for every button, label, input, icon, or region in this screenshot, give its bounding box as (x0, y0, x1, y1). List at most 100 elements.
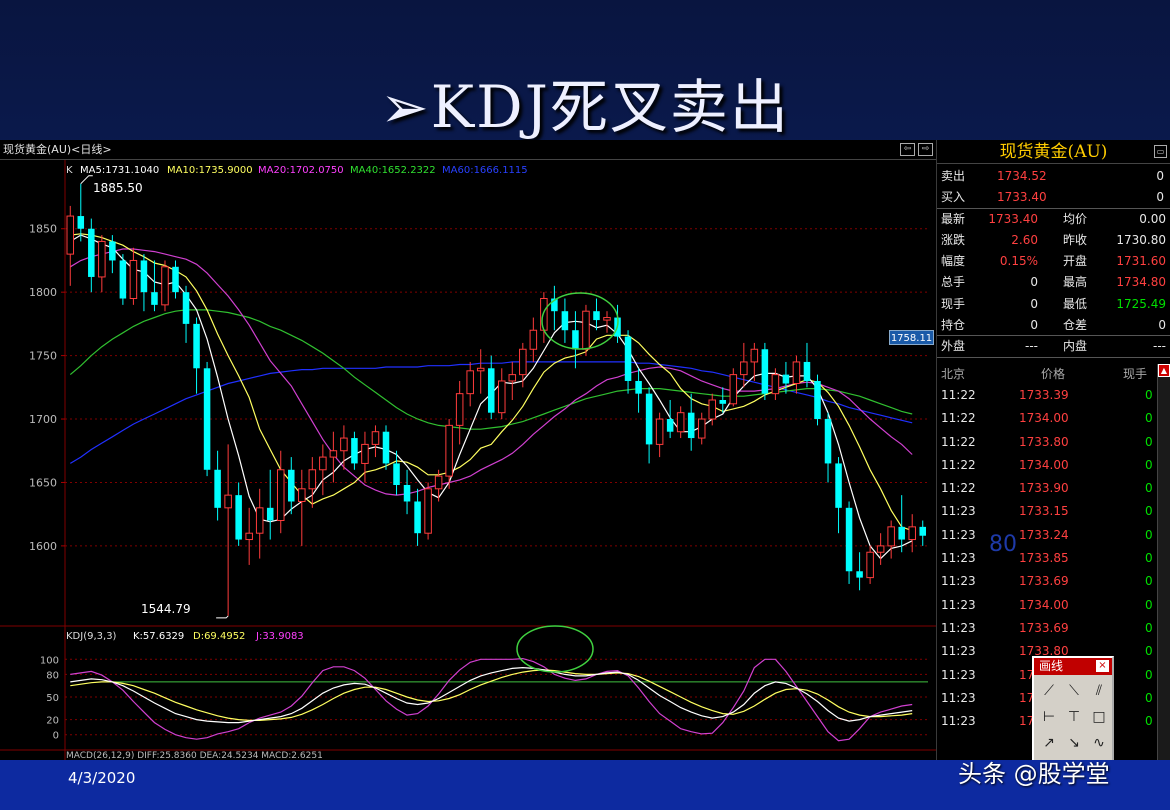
candle-body-up (224, 494, 232, 509)
tick-price: 1733.90 (1019, 481, 1069, 496)
candle-body-down (856, 571, 863, 578)
stat-value-a: 1733.40 (988, 211, 1038, 226)
kdj-tick-label: 20 (46, 716, 59, 727)
stat-label-a: 持仓 (941, 318, 966, 333)
rectangle-tool-icon[interactable]: □ (1088, 706, 1110, 728)
scroll-up-icon[interactable]: ▲ (1158, 364, 1170, 377)
tick-time: 11:23 (941, 690, 976, 705)
horizontal-line-tool-icon[interactable]: ⊢ (1038, 706, 1060, 728)
tick-time: 11:23 (941, 551, 976, 566)
kdj-tick-label: 100 (40, 655, 59, 666)
tick-row: 11:23 1733.85 0 (937, 547, 1170, 570)
candle-body-up (729, 374, 738, 405)
candle-body-up (655, 418, 664, 445)
candle-body-down (351, 438, 358, 464)
legend-ma20: MA20:1702.0750 (258, 165, 344, 176)
stat-label-a: 总手 (941, 275, 966, 290)
close-icon[interactable]: × (1096, 660, 1109, 672)
low-annotation: 1544.79 (141, 602, 191, 616)
legend-ma10: MA10:1735.9000 (167, 165, 253, 176)
ask-price: 1734.52 (997, 169, 1047, 183)
tick-time: 11:22 (941, 457, 976, 472)
candle-body-down (382, 431, 390, 464)
vertical-line-tool-icon[interactable]: ⊤ (1063, 706, 1085, 728)
candle-body-up (129, 259, 138, 300)
candle-body-up (434, 475, 443, 490)
tick-volume: 0 (1145, 551, 1153, 566)
kline-chart-svg[interactable]: 1600 1650 1700 1750 1800 1850 0 20 50 80 100 K MA5… (0, 160, 936, 760)
parallel-tool-icon[interactable]: ⫽ (1088, 680, 1110, 702)
kline-chart-panel[interactable]: 1600 1650 1700 1750 1800 1850 0 20 50 80 100 K MA5… (0, 160, 936, 760)
candle-body-down (687, 412, 695, 439)
candle-body-down (919, 526, 927, 536)
arrow-tool-icon[interactable]: ↗ (1038, 732, 1060, 754)
candle-body-up (329, 450, 338, 458)
candle-body-down (593, 311, 600, 321)
candle-body-up (519, 348, 527, 376)
candle-body-down (203, 368, 211, 470)
candle-body-down (403, 484, 411, 502)
tick-row: 11:22 1734.00 0 (937, 407, 1170, 430)
stat-value-a: 0 (1030, 275, 1038, 290)
ask-label: 卖出 (941, 169, 966, 183)
tick-scrollbar[interactable]: ▲ (1157, 364, 1170, 760)
stat-value-b: 1730.80 (1116, 232, 1166, 247)
stat-label-a: 幅度 (941, 254, 966, 269)
last-price-marker: 1758.11 (889, 330, 934, 345)
candle-body-up (319, 456, 327, 471)
tick-row: 11:23 1733.69 0 (937, 617, 1170, 640)
tick-price: 1734.00 (1019, 597, 1069, 612)
stat-label-b: 开盘 (1063, 254, 1088, 269)
candle-body-down (666, 419, 674, 432)
candle-body-down (835, 463, 842, 508)
tick-time: 11:22 (941, 388, 976, 402)
tick-price: 1733.85 (1019, 551, 1069, 566)
candle-body-down (624, 336, 632, 381)
stat-row: 外盘 --- 内盘 --- (937, 336, 1170, 358)
tick-time: 11:23 (941, 620, 976, 635)
candle-body-up (445, 424, 453, 477)
ray-tool-icon[interactable]: ⟍ (1063, 680, 1085, 702)
tick-volume: 0 (1145, 481, 1153, 496)
tick-volume: 0 (1145, 714, 1153, 729)
tick-volume: 0 (1145, 690, 1153, 705)
price-tick-label: 1800 (29, 286, 57, 299)
candle-body-up (508, 374, 517, 382)
legend-ma40: MA40:1652.2322 (350, 165, 436, 176)
candle-body-down (172, 266, 179, 293)
candle-body-up (740, 361, 748, 376)
tick-time: 11:23 (941, 644, 976, 659)
tick-volume: 0 (1145, 597, 1153, 612)
candle-body-up (340, 437, 348, 452)
candle-body-down (88, 228, 95, 277)
curve-tool-icon[interactable]: ∿ (1088, 732, 1110, 754)
stat-value-b: 0.00 (1139, 211, 1166, 226)
diagonal-tool-icon[interactable]: ↘ (1063, 732, 1085, 754)
stat-row: 幅度 0.15% 开盘 1731.60 (937, 251, 1170, 272)
line-tool-icon[interactable]: ⟋ (1038, 680, 1060, 702)
candle-body-down (898, 526, 905, 540)
candle-body-up (792, 361, 801, 385)
tick-volume: 0 (1145, 527, 1153, 542)
tick-row: 11:22 1733.90 0 (937, 477, 1170, 500)
candle-body-up (540, 298, 548, 331)
tick-row: 11:22 1733.39 0 (937, 384, 1170, 407)
quote-title: 现货黄金(AU) ▭ (937, 140, 1170, 164)
scroll-left-button[interactable]: ⇦ (900, 143, 915, 156)
scroll-right-button[interactable]: ⇨ (918, 143, 933, 156)
kdj-legend-j: J:33.9083 (255, 631, 304, 642)
tick-row: 11:22 1734.00 0 (937, 454, 1170, 477)
stat-value-b: --- (1153, 339, 1166, 354)
quote-mini-button[interactable]: ▭ (1154, 145, 1167, 158)
candle-body-up (866, 551, 874, 579)
stat-row: 涨跌 2.60 昨收 1730.80 (937, 230, 1170, 251)
candle-body-down (845, 507, 853, 572)
candle-body-down (235, 495, 242, 540)
stat-label-b: 最高 (1063, 275, 1088, 290)
candle-body-down (645, 393, 653, 445)
candle-body-up (276, 469, 285, 522)
candle-body-down (414, 501, 421, 534)
tick-row: 11:23 1734.00 0 (937, 594, 1170, 617)
price-tick-label: 1600 (29, 540, 57, 553)
bid-label: 买入 (941, 190, 966, 205)
